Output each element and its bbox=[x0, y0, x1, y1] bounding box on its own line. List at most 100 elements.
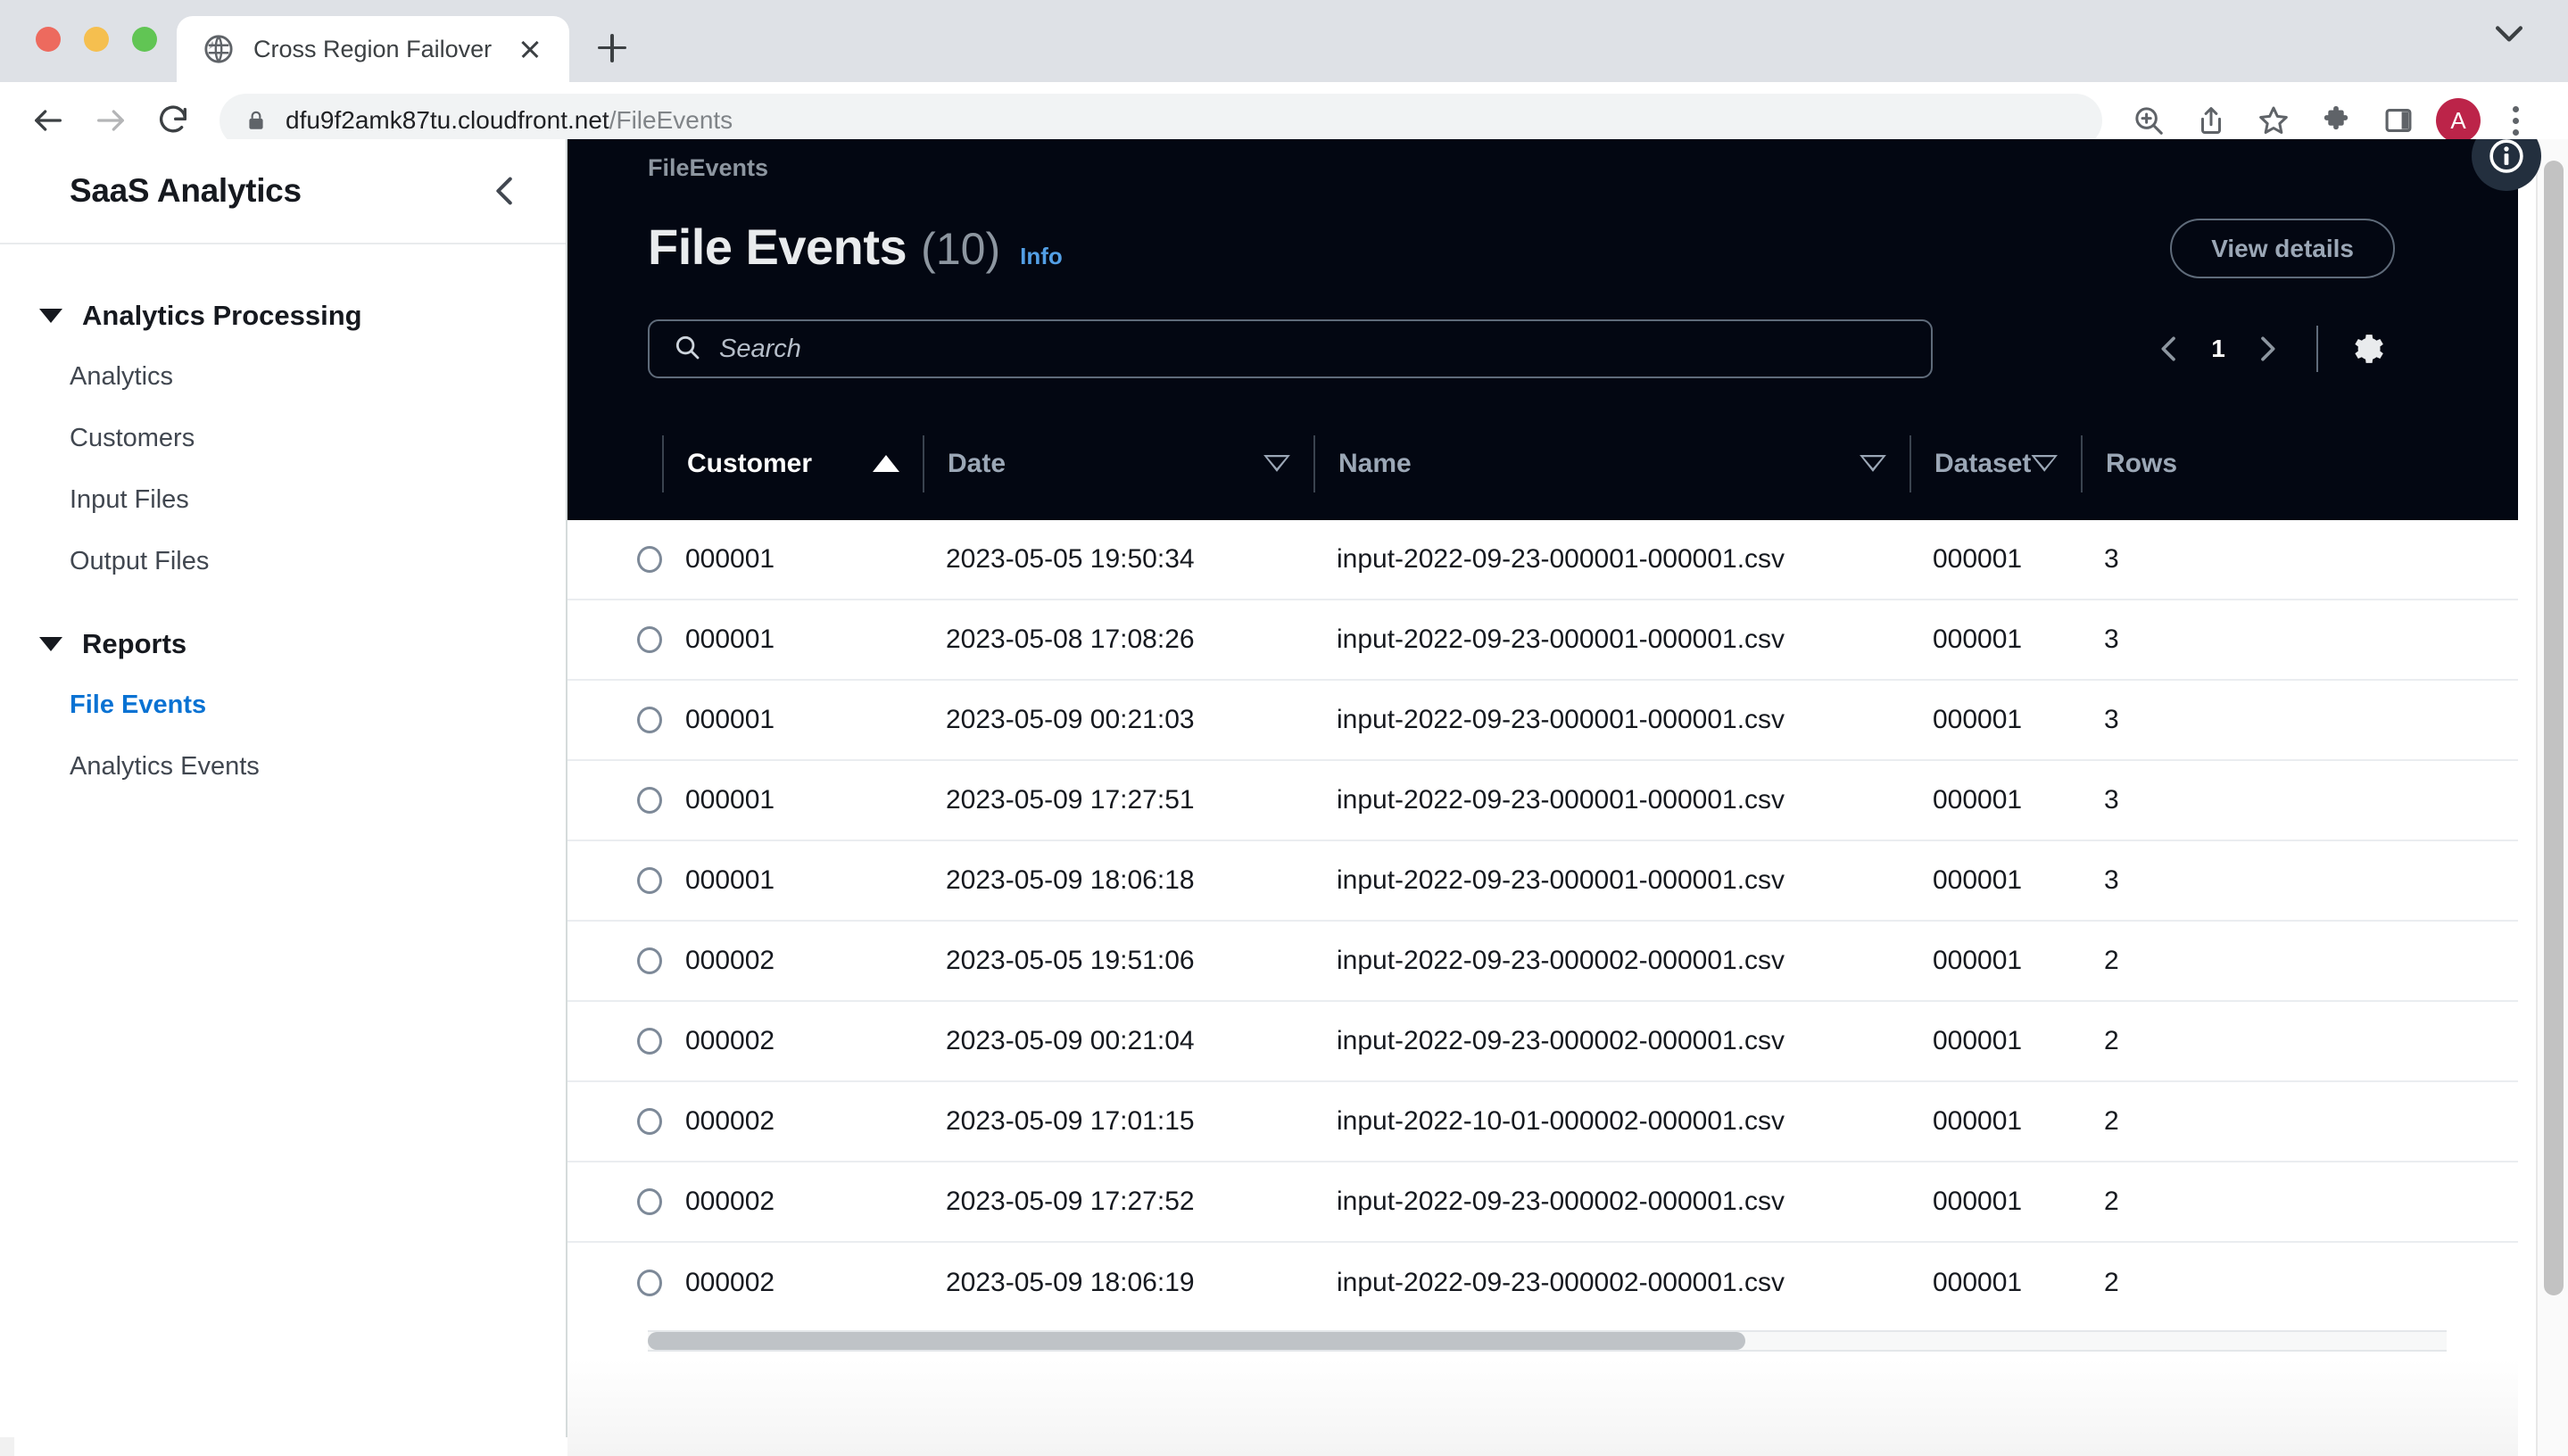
sidebar-item-analytics-events[interactable]: Analytics Events bbox=[0, 736, 566, 798]
cell-rows: 2 bbox=[2104, 1187, 2119, 1216]
table-row[interactable]: 000001 2023-05-09 00:21:03 input-2022-09-2… bbox=[567, 681, 2518, 761]
bookmark-star-icon[interactable] bbox=[2249, 95, 2299, 145]
cell-dataset: 000001 bbox=[1933, 544, 2023, 574]
row-select-radio[interactable] bbox=[637, 1028, 662, 1055]
table-row[interactable]: 000001 2023-05-09 18:06:18 input-2022-09-2… bbox=[567, 841, 2518, 922]
table-row[interactable]: 000001 2023-05-09 17:27:51 input-2022-09-2… bbox=[567, 761, 2518, 841]
table-header-date[interactable]: Date bbox=[923, 434, 1313, 492]
cell-dataset: 000001 bbox=[1933, 1268, 2023, 1297]
avatar-initial: A bbox=[2450, 106, 2466, 134]
close-window-button[interactable] bbox=[36, 27, 61, 52]
table-body: 000001 2023-05-05 19:50:34 input-2022-09-2… bbox=[567, 520, 2518, 1323]
cell-name: input-2022-09-23-000001-000001.csv bbox=[1337, 865, 1785, 895]
maximize-window-button[interactable] bbox=[132, 27, 157, 52]
cell-select[interactable] bbox=[567, 707, 662, 733]
close-icon[interactable] bbox=[512, 31, 548, 67]
cell-date: 2023-05-09 17:27:52 bbox=[946, 1187, 1195, 1216]
row-select-radio[interactable] bbox=[637, 947, 662, 974]
search-input[interactable]: Search bbox=[648, 319, 1933, 378]
sidebar-group-label: Reports bbox=[82, 628, 187, 659]
cell-select[interactable] bbox=[567, 546, 662, 573]
sidebar-group-reports[interactable]: Reports bbox=[0, 619, 566, 669]
side-panel-icon[interactable] bbox=[2373, 95, 2423, 145]
sidebar-item-input-files[interactable]: Input Files bbox=[0, 469, 566, 531]
table-header-name[interactable]: Name bbox=[1313, 434, 1909, 492]
scrollbar-thumb[interactable] bbox=[2544, 161, 2564, 1295]
new-tab-button[interactable] bbox=[584, 20, 641, 77]
main-content: FileEvents File Events (10) Info View de… bbox=[567, 139, 2518, 1456]
pagination-prev-button[interactable] bbox=[2141, 321, 2197, 376]
zoom-in-icon[interactable] bbox=[2124, 95, 2174, 145]
info-link[interactable]: Info bbox=[1020, 243, 1063, 270]
sidebar-item-customers[interactable]: Customers bbox=[0, 408, 566, 469]
cell-rows: 3 bbox=[2104, 544, 2119, 574]
table-header-label: Date bbox=[948, 448, 1006, 478]
table-row[interactable]: 000001 2023-05-08 17:08:26 input-2022-09-2… bbox=[567, 600, 2518, 681]
search-placeholder: Search bbox=[719, 334, 801, 363]
kebab-menu-icon[interactable] bbox=[2493, 95, 2538, 145]
triangle-up-filled-icon bbox=[873, 455, 899, 472]
row-select-radio[interactable] bbox=[637, 867, 662, 894]
cell-name: input-2022-09-23-000001-000001.csv bbox=[1337, 544, 1785, 574]
cell-select[interactable] bbox=[567, 947, 662, 974]
cell-name: input-2022-09-23-000002-000001.csv bbox=[1337, 1268, 1785, 1297]
row-select-radio[interactable] bbox=[637, 626, 662, 653]
sidebar-group-analytics-processing[interactable]: Analytics Processing bbox=[0, 291, 566, 341]
page-vertical-scrollbar[interactable] bbox=[2536, 139, 2568, 1456]
cell-name: input-2022-09-23-000001-000001.csv bbox=[1337, 785, 1785, 815]
item-count: (10) bbox=[921, 224, 1001, 274]
table-row[interactable]: 000002 2023-05-09 00:21:04 input-2022-09-2… bbox=[567, 1002, 2518, 1082]
cell-rows: 2 bbox=[2104, 1026, 2119, 1055]
table-row[interactable]: 000002 2023-05-09 18:06:19 input-2022-09-2… bbox=[567, 1243, 2518, 1323]
cell-date: 2023-05-09 17:01:15 bbox=[946, 1106, 1195, 1136]
toolbar-divider bbox=[2316, 326, 2318, 372]
cell-dataset: 000001 bbox=[1933, 865, 2023, 895]
table-row[interactable]: 000001 2023-05-05 19:50:34 input-2022-09-2… bbox=[567, 520, 2518, 600]
pagination-next-button[interactable] bbox=[2240, 321, 2295, 376]
app-sidebar: SaaS Analytics Analytics Processing Anal… bbox=[0, 139, 567, 1437]
cell-select[interactable] bbox=[567, 1188, 662, 1215]
table-row[interactable]: 000002 2023-05-09 17:01:15 input-2022-10-0… bbox=[567, 1082, 2518, 1162]
row-select-radio[interactable] bbox=[637, 1108, 662, 1135]
sidebar-item-analytics[interactable]: Analytics bbox=[0, 346, 566, 408]
scrollbar-thumb[interactable] bbox=[648, 1332, 1745, 1350]
table-row[interactable]: 000002 2023-05-05 19:51:06 input-2022-09-2… bbox=[567, 922, 2518, 1002]
cell-select[interactable] bbox=[567, 1028, 662, 1055]
pagination-current-page[interactable]: 1 bbox=[2197, 335, 2240, 363]
table-header-rows[interactable]: Rows bbox=[2081, 434, 2241, 492]
table-header-dataset[interactable]: Dataset bbox=[1909, 434, 2081, 492]
table-header-customer[interactable]: Customer bbox=[662, 434, 923, 492]
share-icon[interactable] bbox=[2186, 95, 2236, 145]
extensions-puzzle-icon[interactable] bbox=[2311, 95, 2361, 145]
table-row[interactable]: 000002 2023-05-09 17:27:52 input-2022-09-2… bbox=[567, 1162, 2518, 1243]
sidebar-item-file-events[interactable]: File Events bbox=[0, 674, 566, 736]
cell-date: 2023-05-09 00:21:04 bbox=[946, 1026, 1195, 1055]
table-dark-header: FileEvents File Events (10) Info View de… bbox=[567, 139, 2518, 520]
cell-select[interactable] bbox=[567, 1108, 662, 1135]
row-select-radio[interactable] bbox=[637, 1270, 662, 1296]
chevron-down-icon[interactable] bbox=[2489, 26, 2529, 56]
view-details-button[interactable]: View details bbox=[2170, 219, 2395, 278]
browser-tab[interactable]: Cross Region Failover bbox=[177, 16, 569, 82]
row-select-radio[interactable] bbox=[637, 1188, 662, 1215]
cell-select[interactable] bbox=[567, 1270, 662, 1296]
url-text: dfu9f2amk87tu.cloudfront.net/FileEvents bbox=[286, 106, 733, 135]
minimize-window-button[interactable] bbox=[84, 27, 109, 52]
caret-down-icon bbox=[39, 309, 62, 323]
gear-icon[interactable] bbox=[2340, 321, 2395, 376]
row-select-radio[interactable] bbox=[637, 787, 662, 814]
row-select-radio[interactable] bbox=[637, 707, 662, 733]
avatar[interactable]: A bbox=[2436, 98, 2481, 143]
sidebar-item-output-files[interactable]: Output Files bbox=[0, 531, 566, 592]
caret-down-icon bbox=[39, 637, 62, 651]
table-horizontal-scrollbar[interactable] bbox=[648, 1330, 2447, 1352]
triangle-down-hollow-icon bbox=[1263, 455, 1290, 472]
row-select-radio[interactable] bbox=[637, 546, 662, 573]
cell-select[interactable] bbox=[567, 867, 662, 894]
breadcrumb[interactable]: FileEvents bbox=[648, 154, 768, 182]
chevron-left-icon[interactable] bbox=[482, 168, 528, 214]
table-header-label: Dataset bbox=[1934, 448, 2032, 478]
cell-date: 2023-05-05 19:51:06 bbox=[946, 946, 1195, 975]
cell-select[interactable] bbox=[567, 626, 662, 653]
cell-select[interactable] bbox=[567, 787, 662, 814]
